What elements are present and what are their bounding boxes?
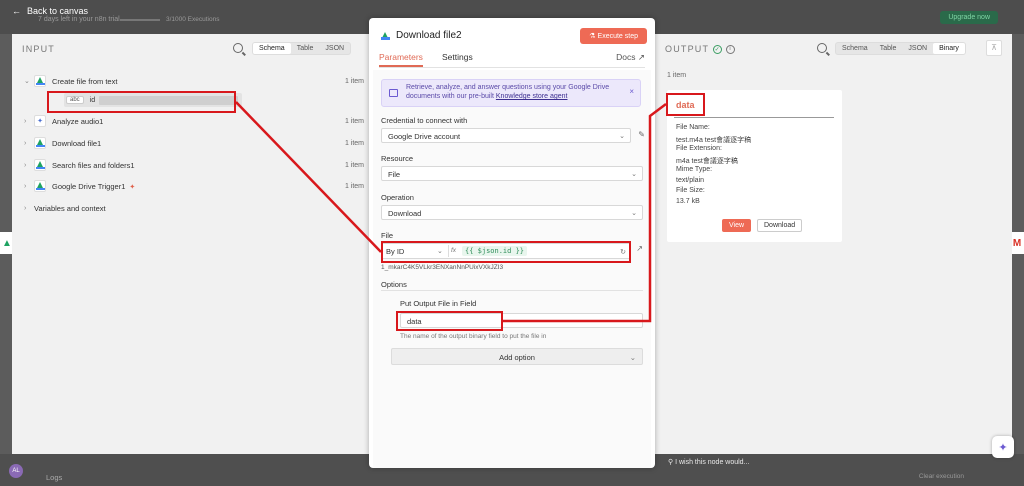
external-link-icon: ↗: [637, 52, 645, 62]
back-to-canvas-button[interactable]: ← Back to canvas: [12, 6, 88, 16]
annotation-box-input-id: [47, 91, 236, 113]
google-drive-icon: [34, 159, 46, 171]
chevron-down-icon: ⌄: [619, 133, 625, 140]
close-icon[interactable]: ×: [629, 87, 634, 96]
add-option-button[interactable]: Add option ⌄: [391, 348, 643, 365]
clear-execution-button[interactable]: Clear execution: [919, 473, 964, 480]
divider: [381, 290, 643, 291]
logs-label[interactable]: Logs: [46, 473, 62, 482]
chevron-right-icon: ›: [24, 139, 27, 147]
resource-label: Resource: [381, 154, 414, 163]
success-check-icon: ✓: [713, 44, 723, 54]
item-count: 1 item: [667, 72, 687, 79]
operation-select[interactable]: Download ⌄: [381, 205, 643, 220]
tab-settings[interactable]: Settings: [442, 52, 473, 62]
search-icon[interactable]: [817, 43, 827, 53]
put-output-label: Put Output File in Field: [400, 299, 477, 308]
view-schema[interactable]: Schema: [253, 43, 291, 54]
divider: [674, 117, 834, 118]
chevron-down-icon: ⌄: [631, 171, 637, 178]
ai-assistant-icon[interactable]: ✦: [992, 436, 1014, 458]
mime-value: text/plain: [676, 177, 705, 184]
file-label: File: [381, 231, 394, 240]
pin-icon[interactable]: ⊼: [986, 40, 1002, 56]
input-node-create-file[interactable]: ⌄ Create file from text 1 item: [24, 74, 364, 88]
credential-label: Credential to connect with: [381, 116, 468, 125]
view-table[interactable]: Table: [291, 43, 320, 54]
operation-label: Operation: [381, 193, 414, 202]
file-name-label: File Name:: [676, 124, 710, 131]
annotation-box-output-field: [396, 311, 503, 331]
next-node-icon[interactable]: M: [1010, 232, 1024, 254]
input-view-toggle: Schema Table JSON: [252, 42, 352, 55]
node-tabs: Parameters Settings Docs ↗: [379, 52, 645, 68]
view-json[interactable]: JSON: [319, 43, 350, 54]
view-table[interactable]: Table: [874, 43, 903, 54]
edit-credential-icon[interactable]: ✎: [638, 130, 645, 139]
executions-bar: [120, 18, 160, 21]
view-binary[interactable]: Binary: [933, 43, 965, 54]
options-label: Options: [381, 280, 407, 289]
view-schema[interactable]: Schema: [836, 43, 874, 54]
chevron-down-icon: ⌄: [629, 353, 636, 362]
feedback-link[interactable]: ⚲ I wish this node would...: [668, 458, 749, 466]
view-json[interactable]: JSON: [902, 43, 933, 54]
resource-select[interactable]: File ⌄: [381, 166, 643, 181]
chevron-right-icon: ›: [24, 161, 27, 169]
docs-link[interactable]: Docs ↗: [616, 52, 645, 63]
size-value: 13.7 kB: [676, 198, 700, 205]
credential-select[interactable]: Google Drive account ⌄: [381, 128, 631, 143]
output-panel: OUTPUT ✓ i Schema Table JSON Binary ⊼ 1 …: [655, 34, 1012, 454]
annotation-box-binary-data: [666, 93, 705, 116]
avatar[interactable]: AL: [9, 464, 23, 478]
arrow-left-icon: ←: [12, 6, 21, 16]
trial-text: 7 days left in your n8n trial: [38, 16, 120, 23]
execute-step-button[interactable]: ⚗ Execute step: [580, 28, 647, 44]
size-label: File Size:: [676, 187, 705, 194]
info-icon[interactable]: i: [726, 44, 736, 54]
knowledge-store-banner: Retrieve, analyze, and answer questions …: [381, 79, 641, 107]
output-title: OUTPUT ✓ i: [665, 44, 736, 54]
google-drive-icon: [381, 31, 390, 40]
open-file-icon[interactable]: ↗: [636, 244, 643, 253]
robot-icon: [389, 89, 398, 97]
download-button[interactable]: Download: [757, 219, 803, 232]
sparkle-icon: ✦: [34, 115, 46, 127]
executions-counter: 3/1000 Executions: [120, 16, 219, 23]
trigger-icon: ✦: [129, 183, 136, 191]
google-drive-icon: [34, 137, 46, 149]
chevron-down-icon: ⌄: [631, 210, 637, 217]
variables-and-context[interactable]: › Variables and context: [24, 201, 364, 215]
file-name-value: test.m4a test會議逐字稿: [676, 137, 752, 144]
put-output-hint: The name of the output binary field to p…: [400, 333, 547, 340]
input-node-analyze-audio[interactable]: › ✦ Analyze audio1 1 item: [24, 114, 364, 128]
search-icon[interactable]: [233, 43, 243, 53]
file-ext-label: File Extension:: [676, 145, 722, 152]
input-node-search-files[interactable]: › Search files and folders1 1 item: [24, 158, 364, 172]
chevron-right-icon: ›: [24, 117, 27, 125]
upgrade-button[interactable]: Upgrade now: [940, 11, 998, 24]
chevron-down-icon: ⌄: [24, 78, 30, 85]
annotation-box-file-id: [381, 241, 631, 263]
file-ext-value: m4a test會議逐字稿: [676, 158, 738, 165]
mime-label: Mime Type:: [676, 166, 713, 173]
output-view-toggle: Schema Table JSON Binary: [835, 42, 966, 55]
chevron-right-icon: ›: [24, 182, 27, 190]
flask-icon: ⚗: [589, 33, 596, 40]
input-title: INPUT: [22, 44, 55, 54]
node-title[interactable]: Download file2: [381, 30, 462, 41]
google-drive-icon: [34, 75, 46, 87]
input-node-drive-trigger[interactable]: › Google Drive Trigger1 ✦ 1 item: [24, 179, 364, 193]
chevron-right-icon: ›: [24, 204, 27, 212]
google-drive-icon: [34, 180, 46, 192]
view-button[interactable]: View: [722, 219, 752, 232]
lightbulb-icon: ⚲: [668, 459, 674, 466]
knowledge-store-link[interactable]: Knowledge store agent: [496, 93, 568, 100]
input-node-download-file[interactable]: › Download file1 1 item: [24, 136, 364, 150]
file-id-resolved: 1_mkarC4K5VLkr3ENXanNnPUixVXkJZI3: [381, 264, 504, 271]
tab-parameters[interactable]: Parameters: [379, 52, 423, 67]
